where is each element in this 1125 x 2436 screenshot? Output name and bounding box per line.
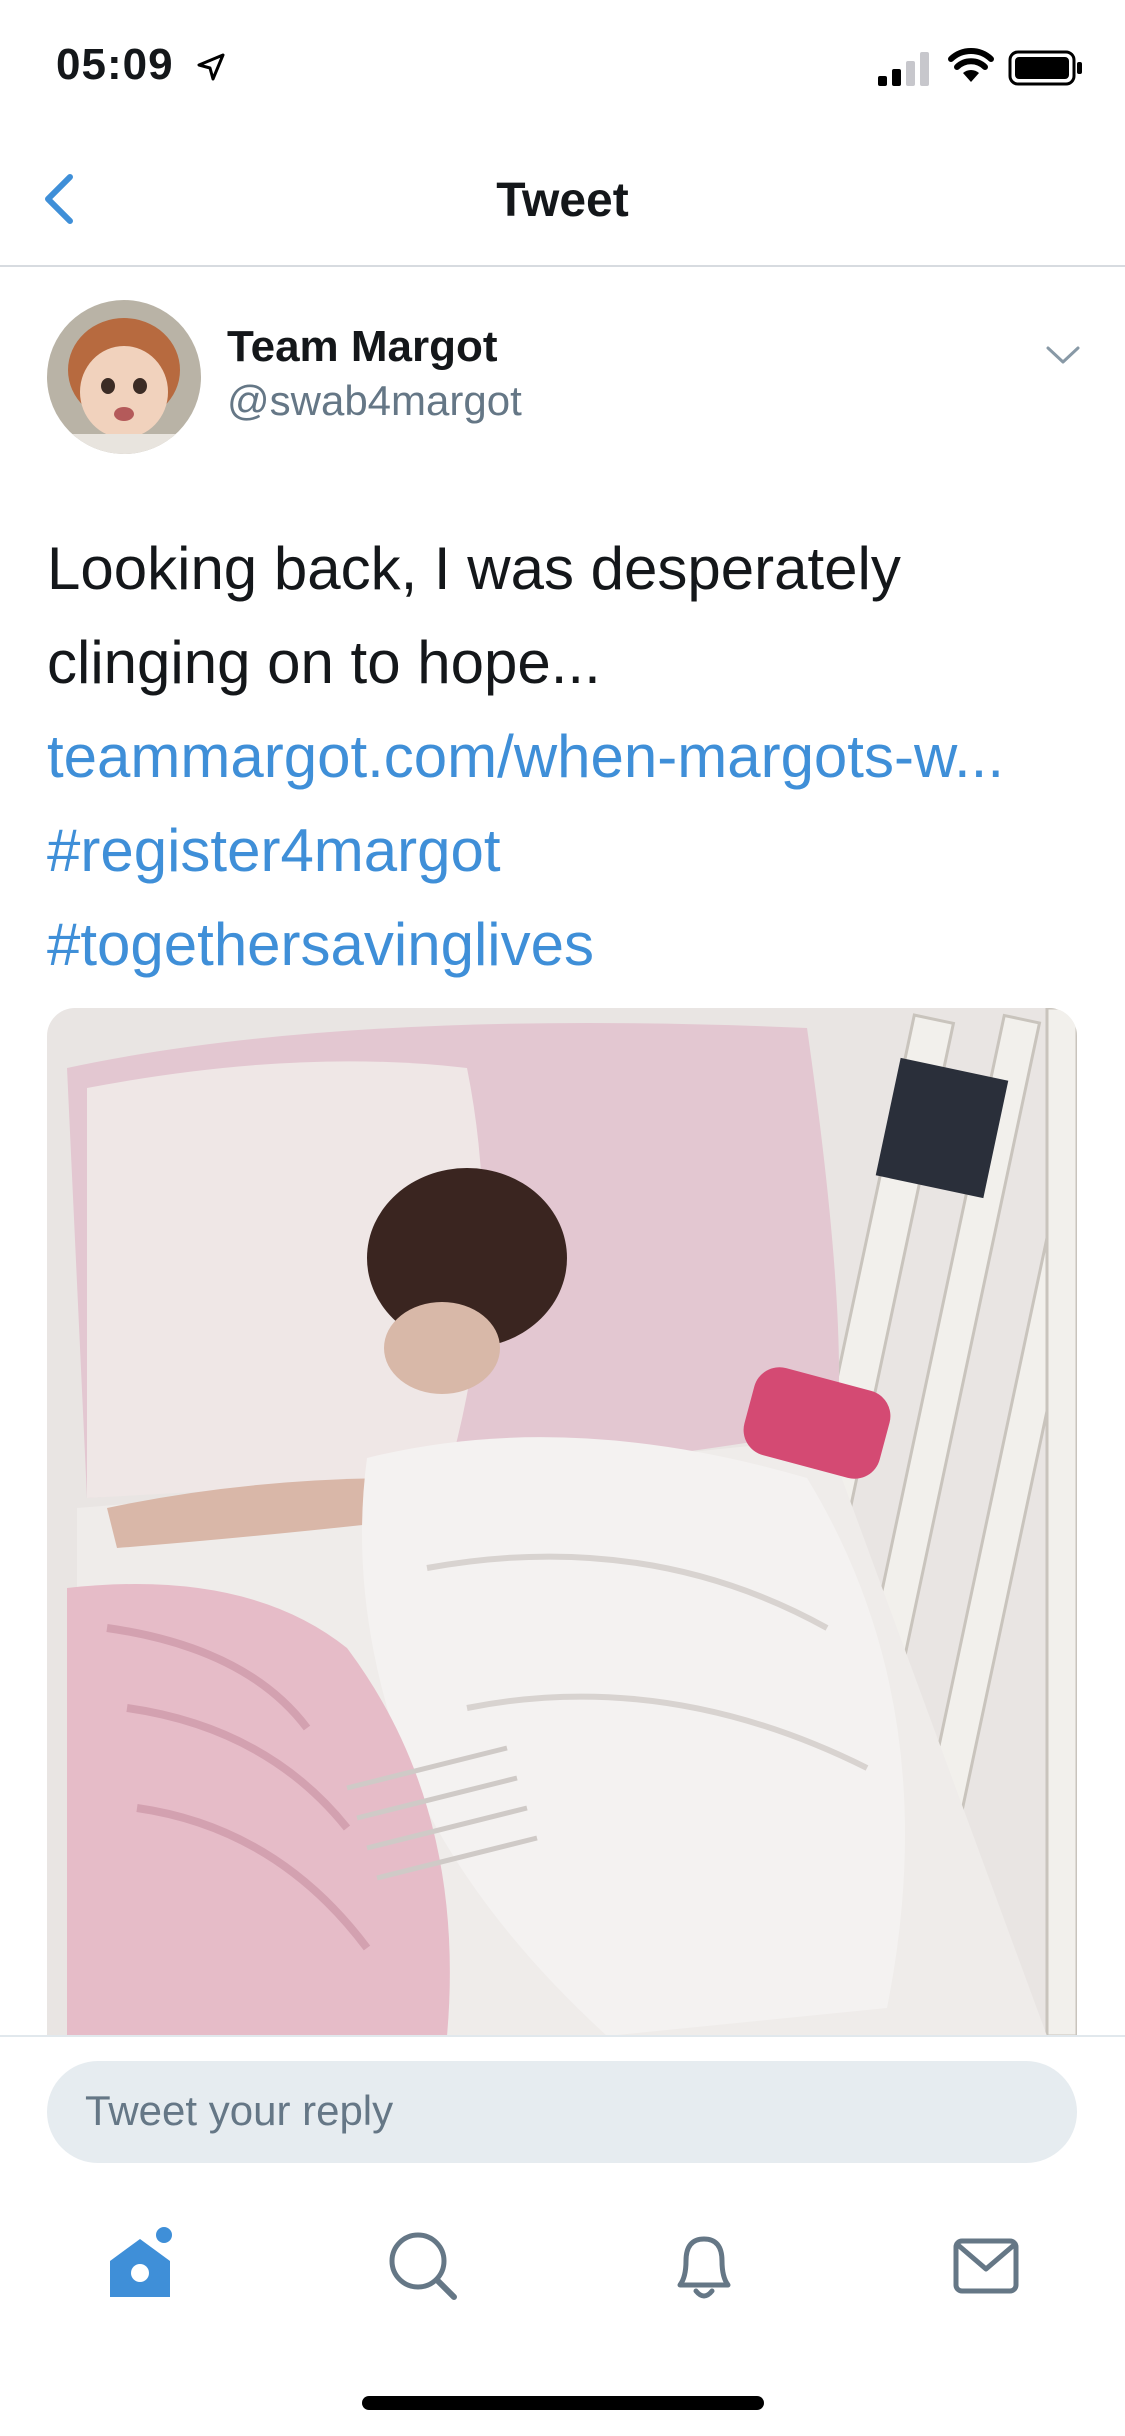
home-icon[interactable]	[100, 2225, 180, 2305]
avatar[interactable]	[47, 300, 201, 454]
status-bar: 05:09	[0, 0, 1125, 135]
notifications-icon[interactable]	[664, 2225, 744, 2305]
battery-icon	[1008, 50, 1082, 86]
author-handle[interactable]: @swab4margot	[227, 377, 522, 425]
tweet-photo[interactable]	[47, 1008, 1077, 2036]
tweet-text-line: clinging on to hope...	[47, 629, 601, 696]
divider	[0, 2035, 1125, 2037]
location-arrow-icon	[197, 53, 225, 81]
hashtag-link[interactable]: #togethersavinglives	[47, 898, 1087, 992]
reply-input[interactable]: Tweet your reply	[47, 2061, 1077, 2163]
messages-icon[interactable]	[946, 2225, 1026, 2305]
chevron-down-icon[interactable]	[1045, 340, 1081, 370]
wifi-icon	[948, 48, 994, 82]
tweet-text: Looking back, I was desperately clinging…	[47, 522, 1087, 992]
page-title: Tweet	[496, 174, 629, 227]
cellular-signal-icon	[878, 52, 929, 86]
home-indicator	[362, 2396, 764, 2410]
reply-placeholder: Tweet your reply	[85, 2087, 394, 2134]
tweet-link[interactable]: teammargot.com/when-margots-w...	[47, 710, 1087, 804]
hashtag-link[interactable]: #register4margot	[47, 804, 1087, 898]
search-icon[interactable]	[382, 2225, 462, 2305]
tweet-text-line: Looking back, I was desperately	[47, 535, 901, 602]
author-name[interactable]: Team Margot	[227, 322, 498, 372]
status-time: 05:09	[56, 40, 174, 89]
nav-bar: Tweet	[0, 135, 1125, 267]
